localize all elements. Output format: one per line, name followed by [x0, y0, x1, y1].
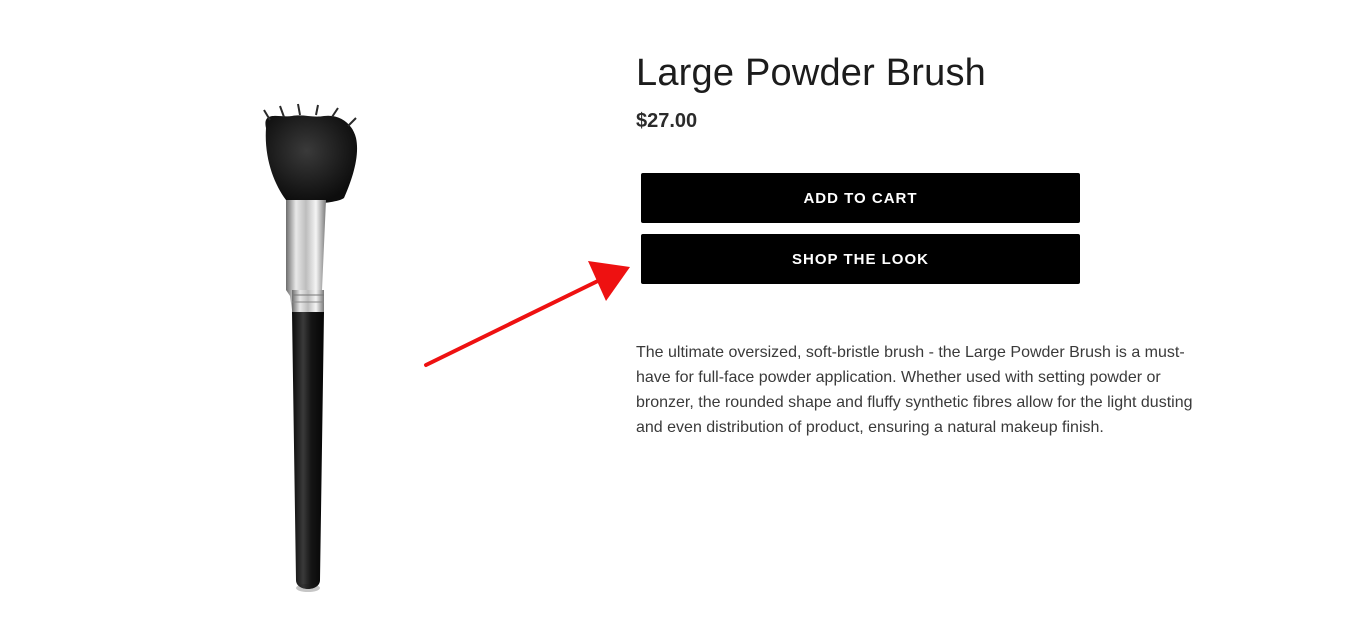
powder-brush-image [263, 103, 358, 592]
add-to-cart-button[interactable]: ADD TO CART [641, 173, 1080, 223]
product-info: Large Powder Brush $27.00 ADD TO CART SH… [636, 50, 1226, 436]
annotation-arrow [420, 255, 640, 375]
shop-the-look-button[interactable]: SHOP THE LOOK [641, 234, 1080, 284]
product-image [200, 80, 420, 610]
arrow-icon [424, 261, 630, 367]
product-description: The ultimate oversized, soft-bristle bru… [636, 344, 1193, 436]
product-title: Large Powder Brush [636, 52, 987, 94]
product-actions: ADD TO CART SHOP THE LOOK [641, 173, 1080, 284]
product-price: $27.00 [636, 110, 698, 132]
